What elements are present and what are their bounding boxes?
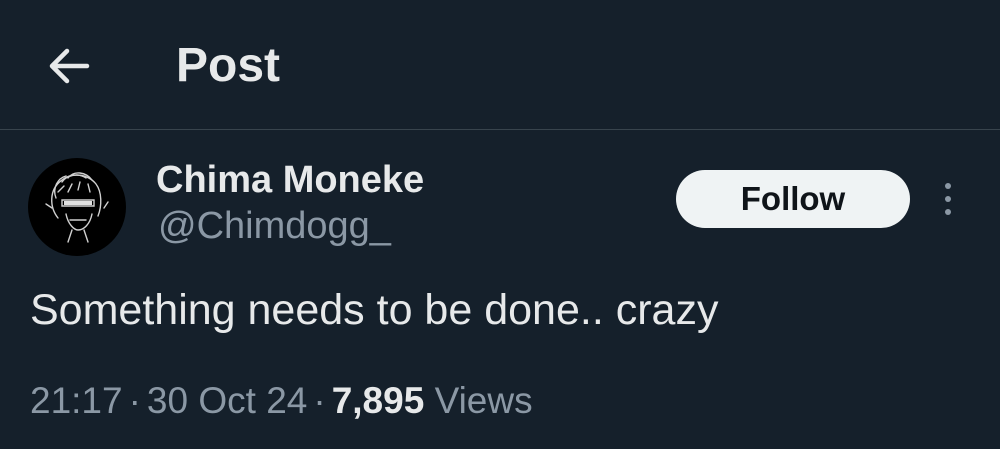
views-label: Views xyxy=(434,380,533,421)
views-count: 7,895 xyxy=(331,380,425,421)
post-view: Post Chima Moneke @Chimdogg_ Follow Some… xyxy=(0,0,1000,449)
avatar-sketch xyxy=(45,172,109,243)
post-text: Something needs to be done.. crazy xyxy=(30,286,719,334)
meta-separator: · xyxy=(313,380,326,421)
post-meta: 21:17 · 30 Oct 24 · 7,895 Views xyxy=(30,376,533,426)
follow-button[interactable]: Follow xyxy=(676,170,910,228)
author-name[interactable]: Chima Moneke xyxy=(156,158,424,202)
post-time[interactable]: 21:17 xyxy=(30,380,123,421)
top-bar: Post xyxy=(0,0,1000,130)
post-date[interactable]: 30 Oct 24 xyxy=(147,380,307,421)
page-title: Post xyxy=(176,39,281,92)
avatar[interactable] xyxy=(28,158,126,256)
author-handle[interactable]: @Chimdogg_ xyxy=(158,204,391,248)
more-vertical-icon xyxy=(945,183,951,215)
back-button[interactable] xyxy=(40,38,96,94)
arrow-left-icon xyxy=(49,48,90,84)
meta-separator: · xyxy=(128,380,141,421)
more-options-button[interactable] xyxy=(928,176,968,222)
